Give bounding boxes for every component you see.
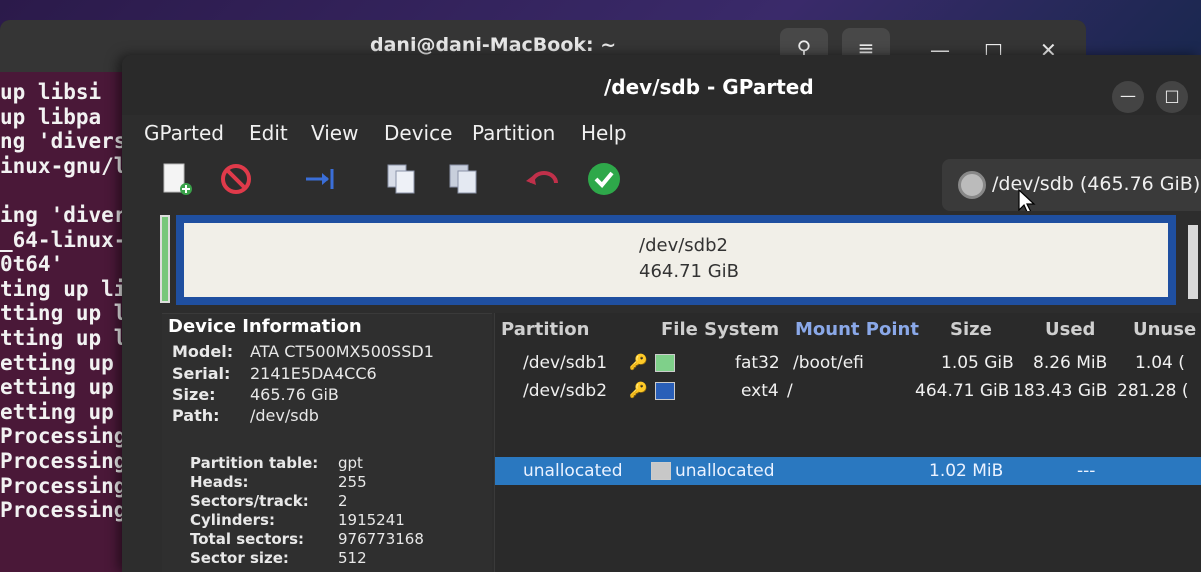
partition-graph-sdb1[interactable] bbox=[160, 215, 170, 303]
key-icon: 🔑 bbox=[629, 381, 648, 399]
delete-icon[interactable] bbox=[218, 161, 254, 197]
cell-mount: / bbox=[787, 381, 793, 401]
fs-color-swatch bbox=[651, 462, 671, 480]
cell-fs: fat32 bbox=[735, 353, 780, 373]
serial-row: Serial: 2141E5DA4CC6 bbox=[172, 364, 377, 383]
cell-fs: ext4 bbox=[741, 381, 779, 401]
device-selector[interactable]: /dev/sdb (465.76 GiB) bbox=[942, 159, 1201, 211]
cell-used: --- bbox=[1077, 461, 1096, 481]
graph-partition-name: /dev/sdb2 bbox=[639, 235, 728, 256]
fs-color-swatch bbox=[655, 382, 675, 400]
menu-device[interactable]: Device bbox=[384, 121, 452, 145]
cylinders-row: Cylinders: 1915241 bbox=[190, 511, 405, 529]
paste-icon[interactable] bbox=[446, 161, 482, 197]
header-partition[interactable]: Partition bbox=[501, 319, 589, 340]
partition-graph-sdb2[interactable]: /dev/sdb2 464.71 GiB bbox=[176, 215, 1176, 305]
menu-help[interactable]: Help bbox=[581, 121, 627, 145]
partition-table-row: Partition table: gpt bbox=[190, 454, 363, 472]
cell-size: 1.02 MiB bbox=[929, 461, 1004, 481]
minimize-icon: — bbox=[1120, 86, 1136, 105]
menu-gparted[interactable]: GParted bbox=[144, 121, 224, 145]
heads-row: Heads: 255 bbox=[190, 473, 367, 491]
header-mount-point[interactable]: Mount Point bbox=[795, 319, 919, 340]
key-icon: 🔑 bbox=[629, 353, 648, 371]
resize-move-icon[interactable] bbox=[304, 161, 340, 197]
partition-graph-unallocated[interactable] bbox=[1188, 225, 1198, 299]
minimize-button[interactable]: — bbox=[1112, 81, 1144, 113]
cell-mount: /boot/efi bbox=[793, 353, 864, 373]
maximize-icon: □ bbox=[1164, 86, 1180, 105]
header-used[interactable]: Used bbox=[1045, 319, 1095, 340]
cell-used: 183.43 GiB bbox=[1013, 381, 1108, 401]
terminal-title: dani@dani-MacBook: ~ bbox=[370, 34, 617, 56]
fs-color-swatch bbox=[655, 354, 675, 372]
undo-icon[interactable] bbox=[524, 161, 560, 197]
cell-size: 464.71 GiB bbox=[915, 381, 1010, 401]
copy-icon[interactable] bbox=[384, 161, 420, 197]
window-title: /dev/sdb - GParted bbox=[604, 75, 814, 99]
path-row: Path:/dev/sdb bbox=[172, 406, 319, 425]
graph-partition-size: 464.71 GiB bbox=[639, 261, 740, 282]
apply-icon[interactable] bbox=[586, 161, 622, 197]
sectors-track-row: Sectors/track: 2 bbox=[190, 492, 348, 510]
table-row-selected[interactable]: unallocated unallocated 1.02 MiB --- bbox=[495, 457, 1201, 485]
header-unused[interactable]: Unuse bbox=[1133, 319, 1196, 340]
cell-used: 8.26 MiB bbox=[1033, 353, 1108, 373]
gparted-titlebar: /dev/sdb - GParted — □ bbox=[122, 55, 1201, 115]
maximize-button[interactable]: □ bbox=[1156, 81, 1188, 113]
menu-view[interactable]: View bbox=[311, 121, 358, 145]
cell-size: 1.05 GiB bbox=[941, 353, 1014, 373]
table-row[interactable]: /dev/sdb2 🔑 ext4 / 464.71 GiB 183.43 GiB… bbox=[495, 377, 1201, 405]
device-info-title: Device Information bbox=[168, 316, 362, 337]
menu-partition[interactable]: Partition bbox=[472, 121, 555, 145]
new-partition-icon[interactable] bbox=[158, 161, 194, 197]
model-row: Model: ATA CT500MX500SSD1 bbox=[172, 342, 434, 361]
total-sectors-row: Total sectors: 976773168 bbox=[190, 530, 424, 548]
cell-partition: /dev/sdb2 bbox=[523, 381, 608, 401]
sector-size-row: Sector size: 512 bbox=[190, 549, 367, 567]
menubar: GParted Edit View Device Partition Help bbox=[122, 115, 1201, 151]
cell-partition: /dev/sdb1 bbox=[523, 353, 608, 373]
cell-fs: unallocated bbox=[675, 461, 775, 481]
gparted-window: /dev/sdb - GParted — □ GParted Edit View… bbox=[122, 55, 1201, 572]
partition-graph: /dev/sdb2 464.71 GiB bbox=[152, 211, 1201, 311]
device-info-panel: Device Information Model: ATA CT500MX500S… bbox=[162, 313, 492, 572]
cell-unused: 281.28 ( bbox=[1117, 381, 1189, 401]
partition-table: Partition File System Mount Point Size U… bbox=[494, 313, 1201, 572]
menu-edit[interactable]: Edit bbox=[249, 121, 288, 145]
table-row[interactable]: /dev/sdb1 🔑 fat32 /boot/efi 1.05 GiB 8.2… bbox=[495, 349, 1201, 377]
cell-unused: 1.04 ( bbox=[1135, 353, 1185, 373]
cell-partition: unallocated bbox=[523, 461, 623, 481]
header-file-system[interactable]: File System bbox=[661, 319, 779, 340]
disk-icon bbox=[958, 171, 986, 199]
header-size[interactable]: Size bbox=[950, 319, 992, 340]
size-row: Size: 465.76 GiB bbox=[172, 385, 339, 404]
